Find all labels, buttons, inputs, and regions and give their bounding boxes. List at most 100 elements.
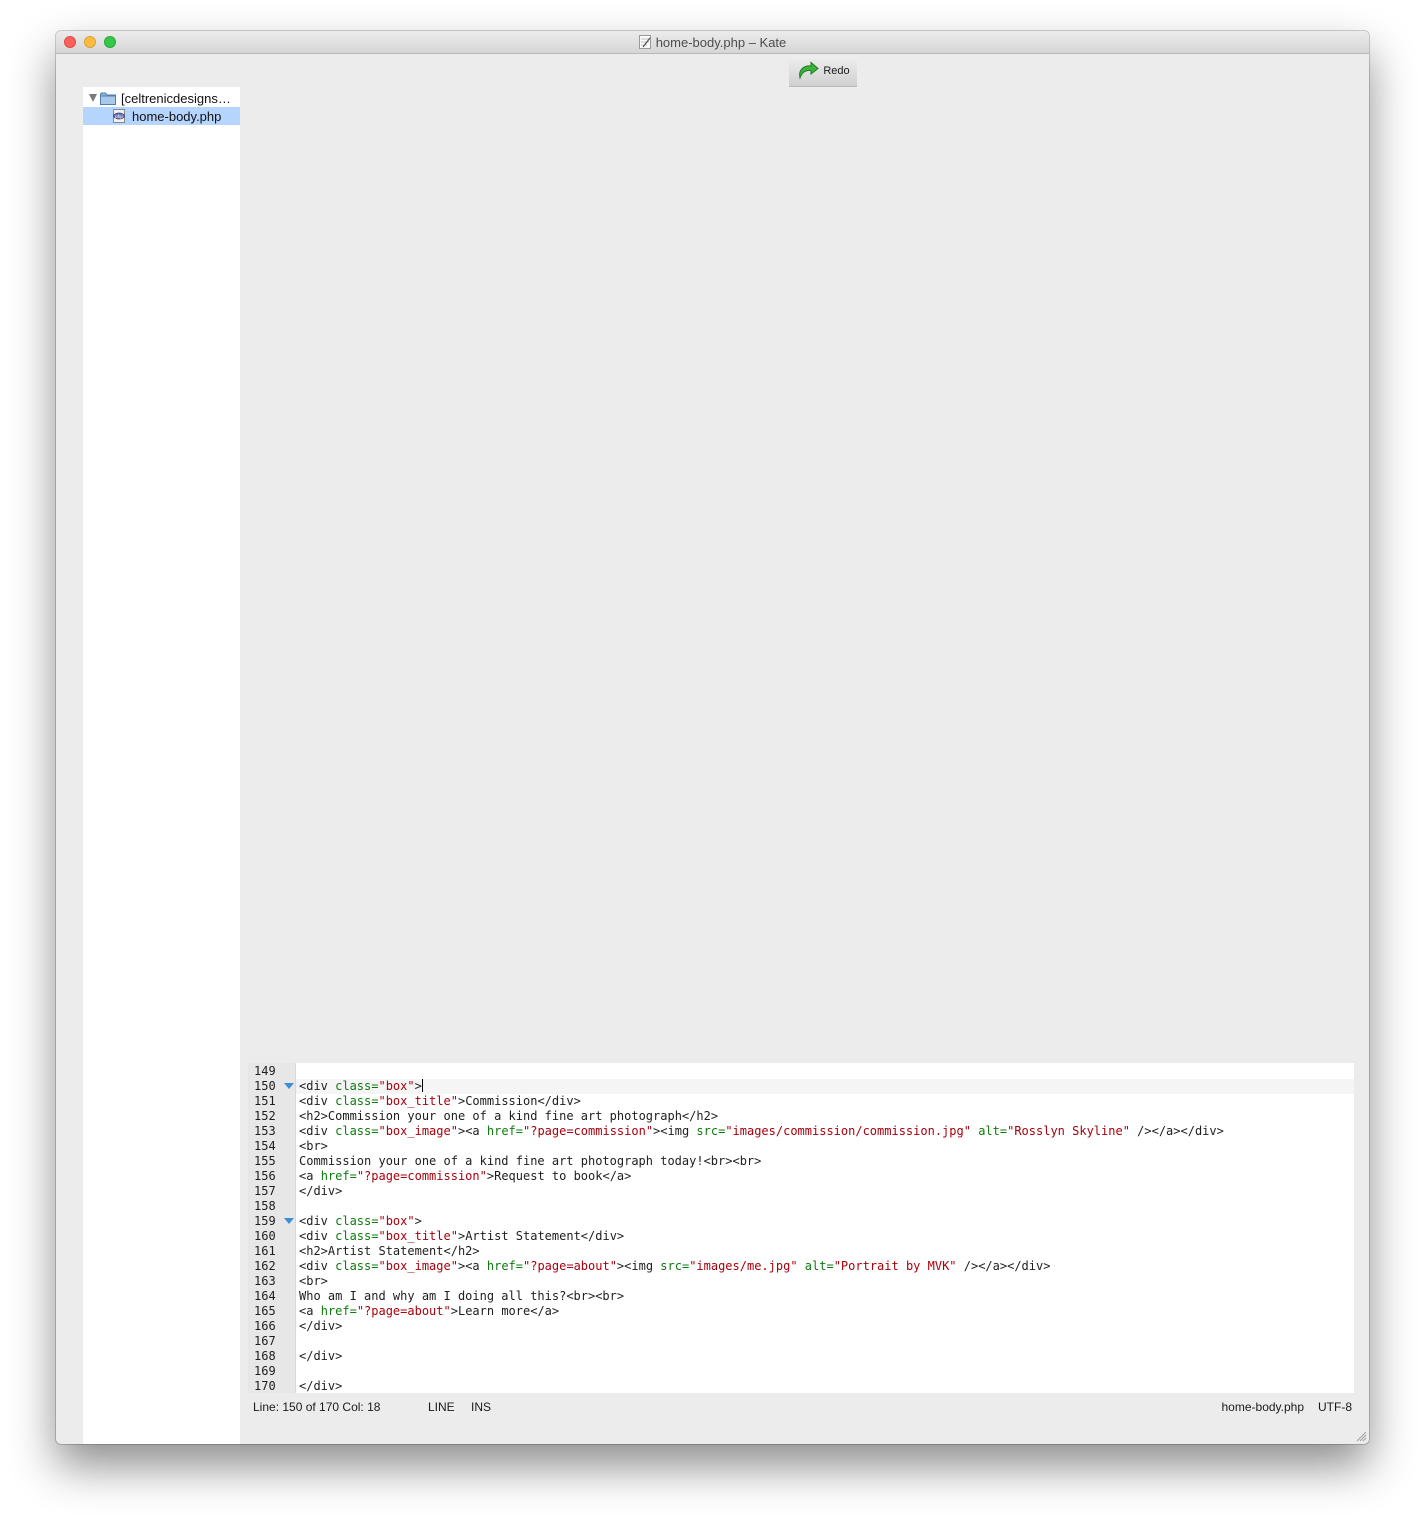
code-token: /></a></div>: [956, 1259, 1051, 1273]
encoding-indicator[interactable]: UTF-8: [1318, 1400, 1352, 1414]
code-line[interactable]: <a href="?page=about">Learn more</a>: [296, 1304, 1354, 1319]
code-token: Artist Statement: [327, 1244, 444, 1258]
line-number: 167: [248, 1334, 295, 1349]
code-token: alt=: [804, 1259, 834, 1273]
code-token: ><a: [457, 1259, 487, 1273]
code-line[interactable]: </div>: [296, 1379, 1354, 1393]
redo-icon: [799, 61, 820, 80]
code-line[interactable]: <div class="box_title">Artist Statement<…: [296, 1229, 1354, 1244]
line-number-text: 150: [254, 1079, 276, 1093]
redo-button[interactable]: Redo: [789, 56, 857, 87]
line-number-text: 164: [254, 1289, 276, 1303]
code-token: <h2>: [299, 1109, 328, 1123]
code-token: <div: [299, 1229, 336, 1243]
line-number-text: 155: [254, 1154, 276, 1168]
code-line[interactable]: <div class="box">: [296, 1214, 1354, 1229]
tree-file-item[interactable]: php home-body.php: [83, 107, 240, 125]
code-line[interactable]: <div class="box_title">Commission</div>: [296, 1094, 1354, 1109]
code-token: </h2>: [681, 1109, 719, 1123]
code-token: <div: [299, 1214, 336, 1228]
insert-mode-indicator[interactable]: INS: [471, 1400, 491, 1414]
code-token: alt=: [978, 1124, 1008, 1138]
code-line[interactable]: <br>: [296, 1139, 1354, 1154]
code-token: Commission your one of a kind fine art p…: [327, 1109, 682, 1123]
code-token: "images/me.jpg": [689, 1259, 798, 1273]
code-token: "box_image": [378, 1259, 458, 1273]
code-token: </a>: [530, 1304, 560, 1318]
window-title: home-body.php – Kate: [655, 34, 787, 50]
fold-marker-icon[interactable]: [284, 1218, 294, 1224]
code-token: </div>: [299, 1379, 343, 1393]
code-token: "?page=about": [523, 1259, 617, 1273]
code-text-area[interactable]: <div class="box"> <div class="box_title">…: [296, 1063, 1354, 1393]
php-file-icon: php: [113, 109, 125, 123]
code-token: "?page=about": [356, 1304, 451, 1318]
disclosure-triangle-icon[interactable]: [89, 94, 97, 102]
line-number-text: 158: [254, 1199, 276, 1213]
code-token: Commission: [465, 1094, 538, 1108]
svg-text:php: php: [115, 114, 123, 119]
code-line[interactable]: <div class="box_image"><a href="?page=ab…: [296, 1259, 1354, 1274]
line-number-text: 149: [254, 1064, 276, 1078]
code-token: Request to book: [494, 1169, 603, 1183]
code-token: </div>: [580, 1229, 625, 1243]
code-line[interactable]: </div>: [296, 1319, 1354, 1334]
file-label: home-body.php: [132, 108, 222, 124]
line-number: 150: [248, 1079, 295, 1094]
file-tree-panel: [celtrenicdesigns… php home-body.php: [83, 87, 240, 1444]
code-line[interactable]: <br>: [296, 1274, 1354, 1289]
line-number: 165: [248, 1304, 295, 1319]
title-bar[interactable]: home-body.php – Kate: [56, 31, 1369, 54]
selection-mode-indicator[interactable]: LINE: [428, 1400, 455, 1414]
code-line[interactable]: Who am I and why am I doing all this?<br…: [296, 1289, 1354, 1304]
code-line[interactable]: [296, 1334, 1354, 1349]
resize-grip-icon[interactable]: [1356, 1431, 1367, 1442]
code-line[interactable]: <h2>Commission your one of a kind fine a…: [296, 1109, 1354, 1124]
code-line[interactable]: </div>: [296, 1184, 1354, 1199]
code-token: >: [414, 1079, 422, 1093]
code-token: Learn more: [457, 1304, 531, 1318]
code-line[interactable]: <div class="box">: [296, 1079, 1354, 1094]
code-token: href=: [320, 1169, 357, 1183]
code-line[interactable]: [296, 1064, 1354, 1079]
code-token: "images/commission/commission.jpg": [725, 1124, 971, 1138]
line-number-text: 153: [254, 1124, 276, 1138]
code-line[interactable]: <a href="?page=commission">Request to bo…: [296, 1169, 1354, 1184]
code-token: "Rosslyn Skyline": [1007, 1124, 1130, 1138]
fold-marker-icon[interactable]: [284, 1083, 294, 1089]
code-line[interactable]: [296, 1364, 1354, 1379]
code-token: "box": [378, 1079, 415, 1093]
line-number: 153: [248, 1124, 295, 1139]
code-token: class=: [335, 1259, 379, 1273]
code-line[interactable]: </div>: [296, 1349, 1354, 1364]
status-bar: Line: 150 of 170 Col: 18 LINE INS home-b…: [248, 1393, 1369, 1419]
kate-window: home-body.php – Kate Redo [celtrenicdesi…: [56, 31, 1369, 1444]
code-token: "box_image": [378, 1124, 458, 1138]
code-token: <h2>: [299, 1244, 328, 1258]
code-editor[interactable]: 149 150 151 152 153 154 155 156 157 158 159 160 161 1…: [248, 1063, 1354, 1393]
code-token: <div: [299, 1094, 336, 1108]
redo-label: Redo: [823, 65, 850, 77]
code-line[interactable]: <h2>Artist Statement</h2>: [296, 1244, 1354, 1259]
code-token: src=: [696, 1124, 726, 1138]
code-token: </div>: [537, 1094, 581, 1108]
code-token: ><img: [616, 1259, 661, 1273]
line-number: 151: [248, 1094, 295, 1109]
line-number: 155: [248, 1154, 295, 1169]
tree-folder-item[interactable]: [celtrenicdesigns…: [83, 89, 240, 107]
code-token: class=: [335, 1214, 379, 1228]
line-number: 159: [248, 1214, 295, 1229]
code-line[interactable]: <div class="box_image"><a href="?page=co…: [296, 1124, 1354, 1139]
line-number-text: 170: [254, 1379, 276, 1393]
line-number: 152: [248, 1109, 295, 1124]
code-token: class=: [335, 1079, 379, 1093]
line-number-text: 167: [254, 1334, 276, 1348]
code-line[interactable]: [296, 1199, 1354, 1214]
code-line[interactable]: Commission your one of a kind fine art p…: [296, 1154, 1354, 1169]
line-number: 161: [248, 1244, 295, 1259]
line-number-text: 162: [254, 1259, 276, 1273]
folder-label: [celtrenicdesigns…: [121, 90, 231, 106]
code-token: ><img: [653, 1124, 697, 1138]
code-token: <br>: [299, 1274, 328, 1288]
